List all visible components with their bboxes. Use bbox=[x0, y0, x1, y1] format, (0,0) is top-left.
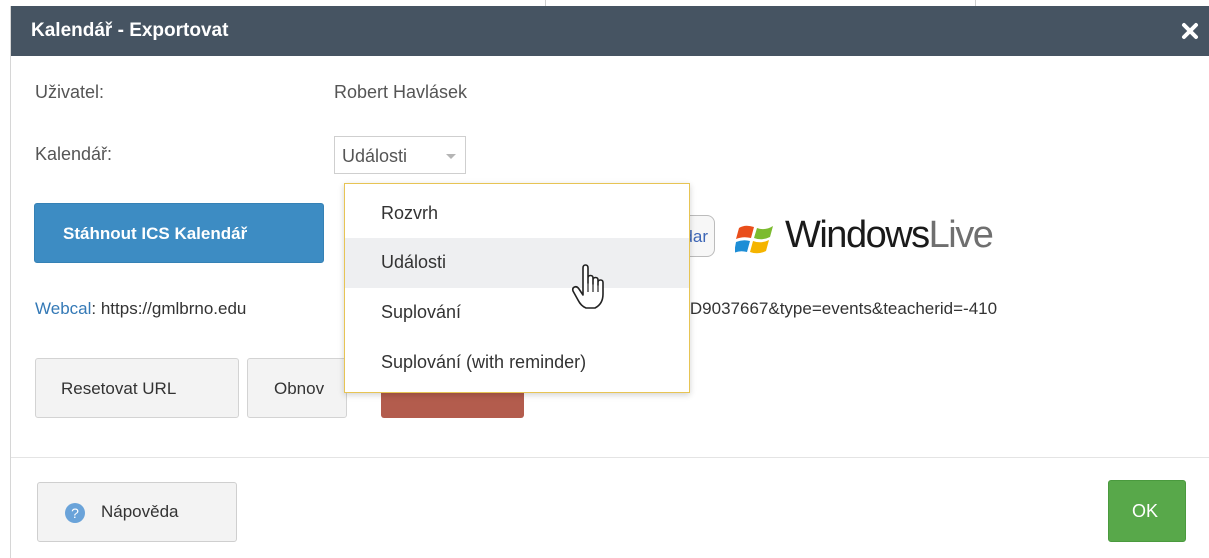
download-ics-button[interactable]: Stáhnout ICS Kalendář bbox=[34, 203, 324, 263]
windows-flag-icon bbox=[735, 225, 773, 254]
refresh-button[interactable]: Obnov bbox=[247, 358, 347, 418]
calendar-dropdown-menu: Rozvrh Události Suplování Suplování (wit… bbox=[344, 183, 690, 393]
dropdown-option-suplovani[interactable]: Suplování bbox=[345, 288, 689, 338]
calendar-label: Kalendář: bbox=[35, 144, 113, 164]
dropdown-option-label: Události bbox=[381, 252, 447, 272]
webcal-link[interactable]: Webcal bbox=[35, 299, 91, 318]
dialog-title: Kalendář - Exportovat bbox=[31, 20, 229, 41]
refresh-label: Obnov bbox=[274, 379, 325, 398]
user-value: Robert Havlásek bbox=[334, 82, 468, 102]
dropdown-option-label: Rozvrh bbox=[381, 203, 439, 223]
webcal-url-start: https://gmlbrno.edu bbox=[96, 299, 247, 318]
dropdown-option-label: Suplování (with reminder) bbox=[381, 352, 587, 372]
calendar-select-value: Události bbox=[342, 146, 408, 166]
svg-text:?: ? bbox=[71, 505, 79, 521]
ok-button[interactable]: OK bbox=[1108, 480, 1186, 542]
windows-live-logo: WindowsLive bbox=[785, 214, 994, 256]
webcal-url-end: 00D9037667&type=events&teacherid=-410 bbox=[671, 299, 998, 318]
user-label: Uživatel: bbox=[35, 82, 105, 102]
help-label: Nápověda bbox=[101, 502, 179, 521]
reset-url-label: Resetovat URL bbox=[61, 379, 177, 398]
dropdown-option-udalosti[interactable]: Události bbox=[345, 238, 689, 288]
reset-url-button[interactable]: Resetovat URL bbox=[35, 358, 239, 418]
chevron-down-icon bbox=[446, 154, 456, 159]
dialog-title-bar: Kalendář - Exportovat bbox=[11, 6, 1209, 56]
footer-divider bbox=[11, 457, 1209, 458]
windows-live-button[interactable]: WindowsLive bbox=[735, 214, 1045, 256]
dropdown-option-suplovani-reminder[interactable]: Suplování (with reminder) bbox=[345, 338, 689, 388]
export-calendar-dialog: Kalendář - Exportovat Uživatel: Robert H… bbox=[10, 6, 1209, 558]
close-icon bbox=[1182, 23, 1198, 39]
ok-label: OK bbox=[1132, 501, 1159, 521]
dropdown-option-rozvrh[interactable]: Rozvrh bbox=[345, 189, 689, 239]
help-icon: ? bbox=[65, 503, 85, 523]
dropdown-option-label: Suplování bbox=[381, 302, 462, 322]
close-button[interactable] bbox=[1178, 19, 1202, 43]
calendar-select[interactable]: Události bbox=[334, 136, 466, 174]
download-ics-label: Stáhnout ICS Kalendář bbox=[63, 224, 248, 243]
help-button[interactable]: ? Nápověda bbox=[37, 482, 237, 542]
webcal-row: Webcal: https://gmlbrno.edu bbox=[35, 299, 246, 319]
